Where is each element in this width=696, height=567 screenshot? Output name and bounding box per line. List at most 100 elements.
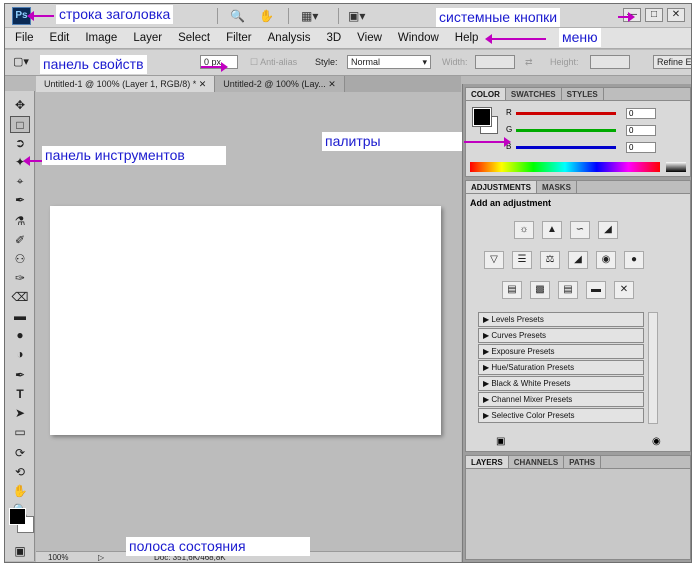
blue-track[interactable] xyxy=(516,146,616,149)
menu-analysis[interactable]: Analysis xyxy=(268,32,311,44)
menu-view[interactable]: View xyxy=(357,32,382,44)
refine-edge-button[interactable]: Refine E xyxy=(653,55,691,69)
marquee-preset-icon[interactable]: ▢▾ xyxy=(13,55,29,68)
channel-mixer-icon[interactable]: ● xyxy=(624,251,644,269)
preset-hue-saturation[interactable]: ▶ Hue/Saturation Presets xyxy=(478,360,644,375)
menu-window[interactable]: Window xyxy=(398,32,439,44)
menu-select[interactable]: Select xyxy=(178,32,210,44)
close-icon[interactable]: ✕ xyxy=(199,79,207,89)
invert-icon[interactable]: ▤ xyxy=(502,281,522,299)
levels-icon[interactable]: ▲ xyxy=(542,221,562,239)
anti-alias-checkbox[interactable]: ☐ Anti-alias xyxy=(250,57,297,68)
pen-tool-icon[interactable]: ✒ xyxy=(10,367,30,384)
color-balance-icon[interactable]: ⚖ xyxy=(540,251,560,269)
vibrance-icon[interactable]: ▽ xyxy=(484,251,504,269)
annotation-toolbox: панель инструментов xyxy=(42,146,226,165)
lasso-tool-icon[interactable]: ➲ xyxy=(10,135,30,152)
hue-saturation-icon[interactable]: ☰ xyxy=(512,251,532,269)
red-track[interactable] xyxy=(516,112,616,115)
shape-tool-icon[interactable]: ▭ xyxy=(10,424,30,441)
presets-scrollbar[interactable] xyxy=(648,312,658,424)
clone-stamp-tool-icon[interactable]: ⚇ xyxy=(10,251,30,268)
blur-tool-icon[interactable]: ● xyxy=(10,327,30,344)
color-spectrum-bar[interactable] xyxy=(470,162,660,172)
3d-orbit-tool-icon[interactable]: ⟲ xyxy=(10,464,30,481)
tab-paths[interactable]: PATHS xyxy=(564,456,602,468)
tab-color[interactable]: COLOR xyxy=(466,88,506,100)
green-value-input[interactable]: 0 xyxy=(626,125,656,136)
screen-mode-icon[interactable]: ▣▾ xyxy=(348,8,365,24)
height-input[interactable] xyxy=(590,55,630,69)
preset-exposure[interactable]: ▶ Exposure Presets xyxy=(478,344,644,359)
preset-channel-mixer[interactable]: ▶ Channel Mixer Presets xyxy=(478,392,644,407)
menu-help[interactable]: Help xyxy=(455,32,479,44)
preset-black-white[interactable]: ▶ Black & White Presets xyxy=(478,376,644,391)
menu-file[interactable]: File xyxy=(15,32,34,44)
menu-image[interactable]: Image xyxy=(85,32,117,44)
preset-levels[interactable]: ▶ Levels Presets xyxy=(478,312,644,327)
hand-tool-icon[interactable]: ✋ xyxy=(10,483,30,500)
selective-color-icon[interactable]: ✕ xyxy=(614,281,634,299)
tab-channels[interactable]: CHANNELS xyxy=(509,456,565,468)
path-selection-tool-icon[interactable]: ➤ xyxy=(10,405,30,422)
tab-styles[interactable]: STYLES xyxy=(562,88,604,100)
curves-icon[interactable]: ∽ xyxy=(570,221,590,239)
brush-tool-icon[interactable]: ✐ xyxy=(10,232,30,249)
brightness-icon[interactable]: ☼ xyxy=(514,221,534,239)
red-value-input[interactable]: 0 xyxy=(626,108,656,119)
move-tool-icon[interactable]: ✥ xyxy=(10,97,30,114)
arrange-documents-icon[interactable]: ▦▾ xyxy=(301,8,318,24)
style-select[interactable]: Normal ▾ xyxy=(347,55,431,69)
menu-edit[interactable]: Edit xyxy=(50,32,70,44)
preset-curves[interactable]: ▶ Curves Presets xyxy=(478,328,644,343)
zoom-level[interactable]: 100% xyxy=(48,552,68,562)
dodge-tool-icon[interactable]: ◑ xyxy=(10,346,30,363)
posterize-icon[interactable]: ▩ xyxy=(530,281,550,299)
zoom-icon[interactable]: 🔍 xyxy=(230,8,245,24)
foreground-color-swatch[interactable] xyxy=(9,508,26,525)
gradient-map-icon[interactable]: ▬ xyxy=(586,281,606,299)
close-button[interactable]: ✕ xyxy=(667,8,685,22)
healing-brush-tool-icon[interactable]: ⚗ xyxy=(10,213,30,230)
red-slider[interactable]: R 0 xyxy=(506,108,686,120)
3d-rotate-tool-icon[interactable]: ⟳ xyxy=(10,445,30,462)
grayscale-swatch[interactable] xyxy=(666,162,686,172)
crop-tool-icon[interactable]: ⌖ xyxy=(10,173,30,190)
tab-masks[interactable]: MASKS xyxy=(537,181,577,193)
rect-marquee-tool-icon[interactable]: □ xyxy=(10,116,30,133)
menu-filter[interactable]: Filter xyxy=(226,32,252,44)
style-label: Style: xyxy=(315,57,338,67)
eyedropper-tool-icon[interactable]: ✒ xyxy=(10,192,30,209)
threshold-icon[interactable]: ▤ xyxy=(558,281,578,299)
image-canvas[interactable] xyxy=(50,206,441,435)
blue-slider[interactable]: B 0 xyxy=(506,142,686,154)
menu-layer[interactable]: Layer xyxy=(133,32,162,44)
close-icon[interactable]: ✕ xyxy=(328,79,336,89)
photo-filter-icon[interactable]: ◉ xyxy=(596,251,616,269)
status-menu-icon[interactable]: ▷ xyxy=(98,552,104,562)
tab-adjustments[interactable]: ADJUSTMENTS xyxy=(466,181,538,193)
tab-untitled-2[interactable]: Untitled-2 @ 100% (Lay... ✕ xyxy=(215,76,345,92)
preset-selective-color[interactable]: ▶ Selective Color Presets xyxy=(478,408,644,423)
gradient-tool-icon[interactable]: ▬ xyxy=(10,308,30,325)
tab-swatches[interactable]: SWATCHES xyxy=(506,88,562,100)
eraser-tool-icon[interactable]: ⌫ xyxy=(10,289,30,306)
blue-value-input[interactable]: 0 xyxy=(626,142,656,153)
swap-icon[interactable]: ⇄ xyxy=(525,57,533,68)
quick-mask-icon[interactable]: ▣ xyxy=(10,543,30,560)
menu-3d[interactable]: 3D xyxy=(326,32,341,44)
maximize-button[interactable]: □ xyxy=(645,8,663,22)
foreground-color-swatch[interactable] xyxy=(472,107,492,127)
history-brush-tool-icon[interactable]: ✑ xyxy=(10,270,30,287)
clip-to-layer-icon[interactable]: ◉ xyxy=(652,436,661,447)
return-to-list-icon[interactable]: ▣ xyxy=(496,436,505,447)
green-track[interactable] xyxy=(516,129,616,132)
tab-untitled-1[interactable]: Untitled-1 @ 100% (Layer 1, RGB/8) * ✕ xyxy=(36,76,216,92)
exposure-icon[interactable]: ◢ xyxy=(598,221,618,239)
hand-tool-icon[interactable]: ✋ xyxy=(259,8,274,24)
width-input[interactable] xyxy=(475,55,515,69)
green-slider[interactable]: G 0 xyxy=(506,125,686,137)
black-white-icon[interactable]: ◢ xyxy=(568,251,588,269)
tab-layers[interactable]: LAYERS xyxy=(466,456,509,468)
type-tool-icon[interactable]: T xyxy=(10,386,30,403)
